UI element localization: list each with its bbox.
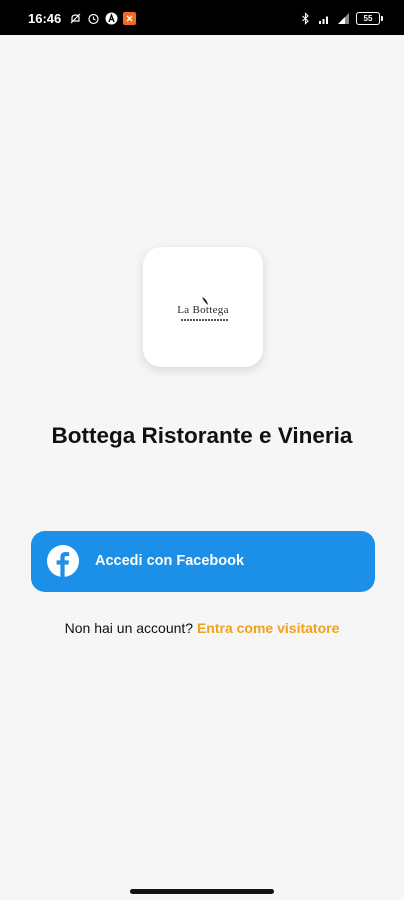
- app-logo-card: La Bottega: [143, 247, 263, 367]
- wifi-signal-icon: [318, 12, 331, 25]
- no-account-text: Non hai un account?: [64, 620, 197, 636]
- app-title: Bottega Ristorante e Vineria: [51, 423, 353, 448]
- status-right: 55: [299, 10, 383, 26]
- home-indicator[interactable]: [130, 889, 274, 894]
- navigation-bar: [0, 876, 404, 900]
- logo-text: La Bottega: [177, 304, 229, 316]
- status-time: 16:46: [28, 10, 62, 26]
- app-a-icon: [105, 12, 118, 25]
- alarm-icon: [87, 12, 100, 25]
- facebook-icon: [47, 545, 79, 577]
- mute-icon: [69, 12, 82, 25]
- facebook-login-button[interactable]: Accedi con Facebook: [31, 531, 375, 592]
- logo-subtitle-line: [181, 319, 229, 321]
- status-bar: 16:46 55: [0, 0, 404, 35]
- status-left: 16:46: [28, 10, 137, 26]
- cell-signal-icon: [337, 12, 350, 25]
- feather-icon: [201, 293, 209, 305]
- app-notification-icon: [123, 11, 137, 25]
- bluetooth-icon: [299, 11, 312, 25]
- battery-icon: 55: [356, 11, 383, 25]
- signup-row: Non hai un account? Entra come visitator…: [0, 620, 404, 636]
- guest-login-link[interactable]: Entra come visitatore: [197, 620, 339, 636]
- facebook-button-label: Accedi con Facebook: [95, 553, 245, 569]
